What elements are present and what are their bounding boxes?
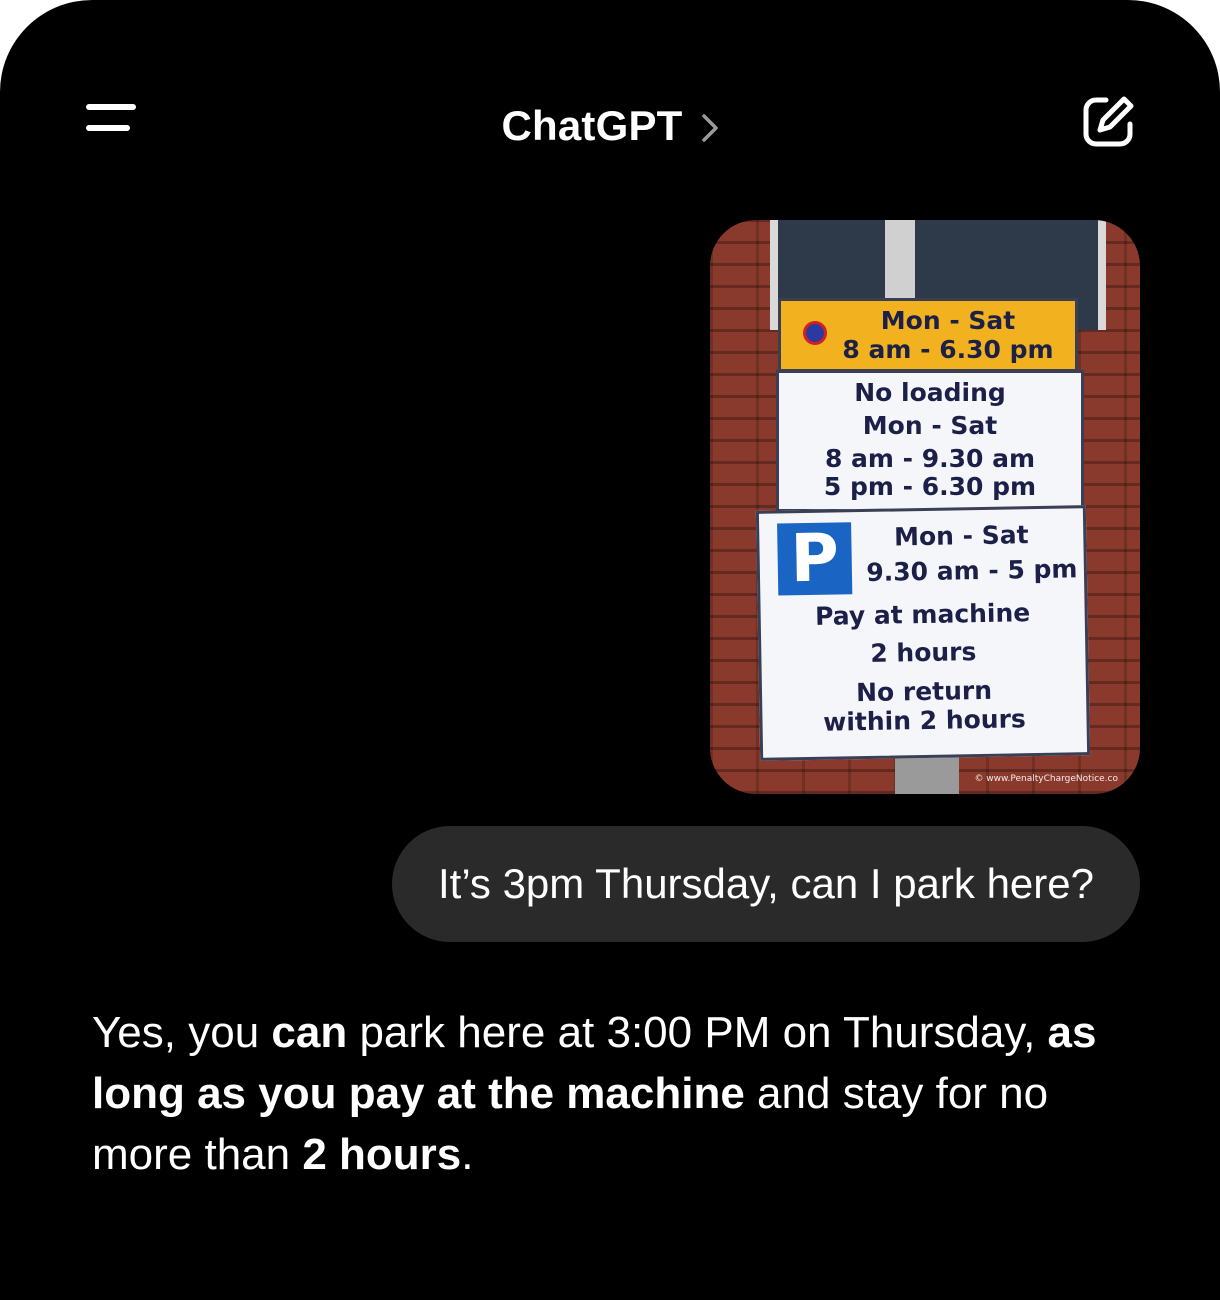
sign-text: Mon - Sat: [880, 306, 1016, 335]
reply-bold-text: can: [271, 1008, 348, 1057]
photo-watermark: © www.PenaltyChargeNotice.co: [974, 774, 1118, 784]
model-selector[interactable]: ChatGPT: [0, 98, 1220, 154]
chevron-right-icon: [701, 114, 718, 142]
sign-text: 5 pm - 6.30 pm: [823, 472, 1037, 502]
user-message-bubble: It’s 3pm Thursday, can I park here?: [391, 826, 1140, 942]
sign-text: Pay at machine: [814, 597, 1031, 631]
sign-text: Mon - Sat: [862, 410, 998, 440]
sign-no-waiting: Mon - Sat 8 am - 6.30 pm: [778, 298, 1078, 372]
edit-icon: [1083, 96, 1134, 147]
reply-text: Yes, you: [92, 1008, 272, 1057]
user-message-text: It’s 3pm Thursday, can I park here?: [437, 860, 1094, 907]
new-chat-button[interactable]: [1082, 94, 1136, 148]
sign-text: 8 am - 6.30 pm: [842, 334, 1054, 364]
sign-pay-parking: P Mon - Sat 9.30 am - 5 pm Pay at machin…: [755, 505, 1091, 761]
sign-text: 2 hours: [870, 637, 977, 669]
reply-bold-text: 2 hours: [302, 1130, 462, 1179]
sign-text: 9.30 am - 5 pm: [866, 554, 1078, 587]
reply-text: park here at 3:00 PM on Thursday,: [347, 1008, 1048, 1057]
no-waiting-icon: [803, 321, 827, 345]
parking-icon: P: [777, 519, 853, 597]
chat-screen: ChatGPT Mon - Sat 8 am - 6.30 pm No load…: [0, 0, 1220, 1300]
reply-text: .: [461, 1130, 474, 1179]
sign-text: No loading: [854, 378, 1006, 407]
attached-photo[interactable]: Mon - Sat 8 am - 6.30 pm No loading Mon …: [710, 220, 1140, 794]
sign-text: 8 am - 9.30 am: [824, 443, 1036, 473]
sign-text: Mon - Sat: [893, 520, 1029, 552]
page-title: ChatGPT: [501, 102, 683, 149]
assistant-message: Yes, you can park here at 3:00 PM on Thu…: [92, 1002, 1152, 1185]
sign-no-loading: No loading Mon - Sat 8 am - 9.30 am 5 pm…: [776, 370, 1084, 512]
sign-text: within 2 hours: [822, 703, 1027, 737]
